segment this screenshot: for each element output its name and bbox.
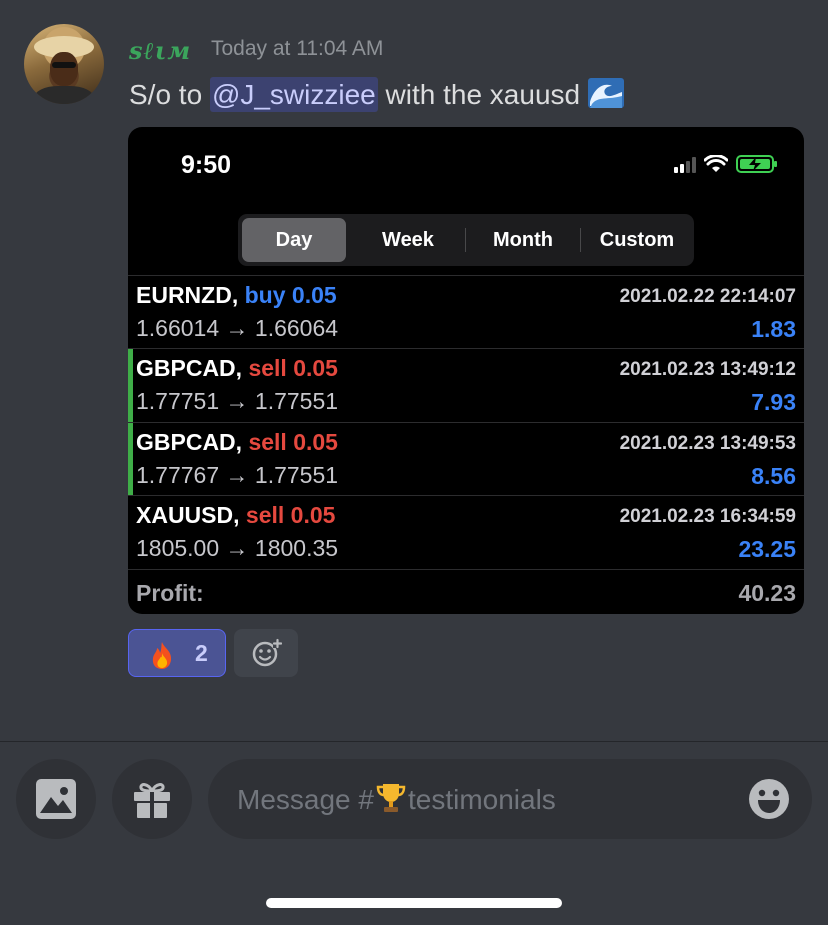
battery-charging-icon bbox=[736, 155, 777, 173]
reaction-count: 2 bbox=[195, 640, 208, 666]
smiley-icon[interactable] bbox=[748, 778, 790, 820]
home-indicator[interactable] bbox=[266, 898, 562, 908]
tab-custom[interactable]: Custom bbox=[584, 218, 690, 262]
profit-total-label: Profit: bbox=[136, 580, 204, 606]
user-avatar[interactable] bbox=[24, 24, 104, 104]
message-input[interactable]: Message # testimonials bbox=[208, 759, 812, 839]
status-bar-icons bbox=[674, 155, 778, 173]
trade-direction: sell 0.05 bbox=[245, 502, 336, 528]
gift-icon bbox=[134, 783, 170, 818]
cellular-signal-icon bbox=[674, 157, 696, 173]
trade-direction: buy 0.05 bbox=[244, 282, 337, 308]
trade-datetime: 2021.02.23 13:49:53 bbox=[619, 433, 796, 454]
add-reaction-button[interactable] bbox=[234, 629, 298, 677]
trade-profit: 8.56 bbox=[751, 463, 796, 489]
message-content: S/o to @J_swizziee with the xauusd bbox=[129, 77, 624, 112]
trade-history-screenshot[interactable]: 9:50 Day Week Month Custom EURNZD, buy 0… bbox=[128, 127, 804, 614]
trade-prices: 1.66014 → 1.66064 bbox=[136, 315, 339, 341]
wifi-icon bbox=[704, 155, 728, 172]
trade-symbol: GBPCAD, bbox=[136, 355, 243, 381]
user-mention[interactable]: @J_swizziee bbox=[209, 77, 378, 112]
message-input-placeholder: Message # testimonials bbox=[237, 781, 556, 816]
tab-month[interactable]: Month bbox=[470, 218, 576, 262]
trade-symbol: EURNZD, bbox=[136, 282, 239, 308]
message-text-end: with the xauusd bbox=[377, 79, 588, 110]
placeholder-channel: testimonials bbox=[407, 784, 556, 815]
username[interactable]: sℓιм bbox=[129, 36, 191, 66]
image-icon bbox=[36, 779, 76, 819]
profit-total-value: 40.23 bbox=[738, 580, 796, 606]
trade-prices: 1.77751 → 1.77551 bbox=[136, 388, 339, 414]
trade-row[interactable]: GBPCAD, sell 0.05 1.77751 → 1.77551 2021… bbox=[128, 348, 804, 422]
add-reaction-icon bbox=[252, 638, 282, 667]
trophy-emoji bbox=[376, 784, 406, 812]
trade-datetime: 2021.02.23 16:34:59 bbox=[619, 506, 796, 527]
trade-datetime: 2021.02.23 13:49:12 bbox=[619, 359, 796, 380]
period-segmented-control: Day Week Month Custom bbox=[238, 214, 694, 266]
trade-symbol: XAUUSD, bbox=[136, 502, 240, 528]
trade-row[interactable]: GBPCAD, sell 0.05 1.77767 → 1.77551 2021… bbox=[128, 422, 804, 496]
trade-accent-bar bbox=[128, 423, 133, 496]
trade-direction: sell 0.05 bbox=[248, 429, 338, 455]
gift-button[interactable] bbox=[112, 759, 192, 839]
water-wave-emoji bbox=[587, 78, 624, 108]
trade-accent-bar bbox=[128, 349, 133, 422]
profit-total-row: Profit: 40.23 bbox=[128, 569, 804, 614]
phone-clock: 9:50 bbox=[181, 151, 232, 179]
trade-profit: 1.83 bbox=[751, 316, 796, 342]
trade-profit: 7.93 bbox=[751, 389, 796, 415]
trade-prices: 1.77767 → 1.77551 bbox=[136, 462, 339, 488]
trade-prices: 1805.00 → 1800.35 bbox=[136, 535, 339, 561]
attach-image-button[interactable] bbox=[16, 759, 96, 839]
trade-profit: 23.25 bbox=[738, 536, 796, 562]
placeholder-prefix: Message # bbox=[237, 784, 374, 815]
trade-symbol: GBPCAD, bbox=[136, 429, 243, 455]
trade-row[interactable]: XAUUSD, sell 0.05 1805.00 → 1800.35 2021… bbox=[128, 495, 804, 569]
trade-direction: sell 0.05 bbox=[248, 355, 338, 381]
message-timestamp: Today at 11:04 AM bbox=[211, 37, 384, 60]
tab-week[interactable]: Week bbox=[356, 218, 460, 262]
trade-datetime: 2021.02.22 22:14:07 bbox=[619, 286, 796, 307]
message-text-start: S/o to bbox=[129, 79, 210, 110]
fire-emoji bbox=[152, 642, 172, 669]
trade-row[interactable]: EURNZD, buy 0.05 1.66014 → 1.66064 2021.… bbox=[128, 275, 804, 349]
tab-day[interactable]: Day bbox=[242, 218, 346, 262]
fire-reaction-button[interactable]: 2 bbox=[128, 629, 226, 677]
